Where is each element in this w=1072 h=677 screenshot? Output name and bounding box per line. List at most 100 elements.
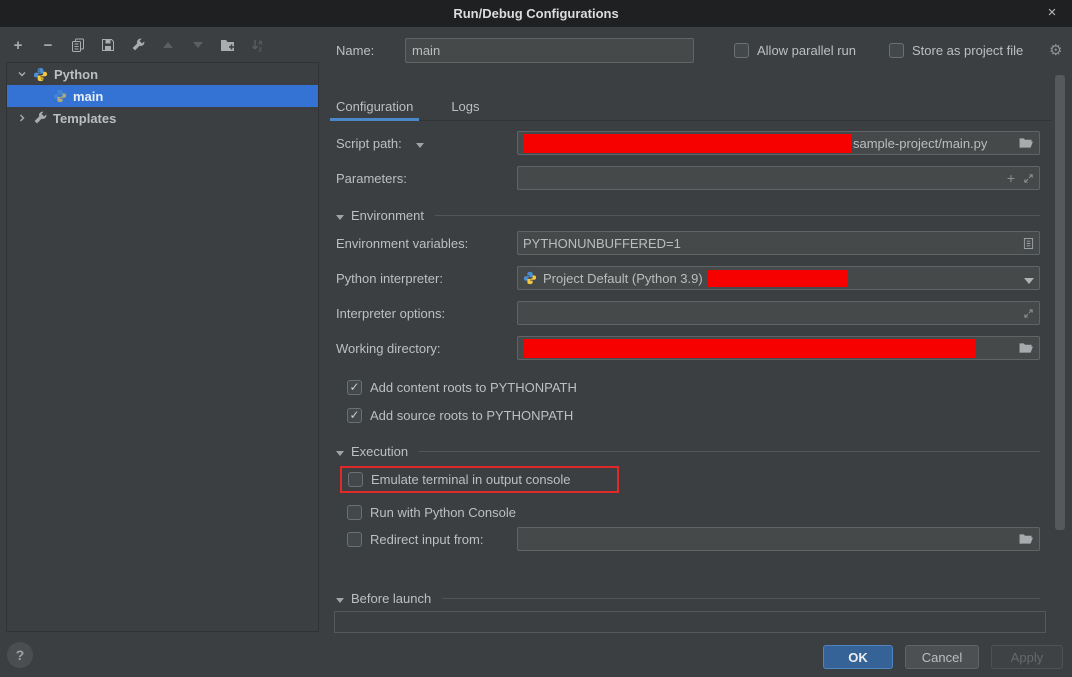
redirect-input-checkbox[interactable]: Redirect input from: xyxy=(347,527,483,551)
sidebar-item-python[interactable]: Python xyxy=(7,63,318,85)
before-launch-task-list[interactable] xyxy=(334,611,1046,633)
browse-folder-icon[interactable] xyxy=(1018,342,1034,354)
script-path-label: Script path: xyxy=(336,136,511,151)
python-interpreter-row: Python interpreter: xyxy=(336,266,511,290)
interpreter-options-field[interactable] xyxy=(517,301,1040,325)
parameters-field[interactable]: + xyxy=(517,166,1040,190)
python-interpreter-value: Project Default (Python 3.9) xyxy=(543,271,703,286)
environment-section-header[interactable]: Environment xyxy=(336,206,1040,224)
python-interpreter-label: Python interpreter: xyxy=(336,271,511,286)
collapse-arrow-icon[interactable] xyxy=(336,598,344,603)
parameters-row: Parameters: xyxy=(336,166,511,190)
tab-configuration[interactable]: Configuration xyxy=(330,92,419,121)
checkbox[interactable] xyxy=(347,505,362,520)
python-icon xyxy=(53,89,67,103)
configurations-tree: Python main Templates xyxy=(6,62,319,632)
svg-text:a: a xyxy=(259,40,263,47)
tab-label: Configuration xyxy=(336,99,413,114)
vertical-scrollbar-thumb[interactable] xyxy=(1055,75,1065,530)
chevron-down-icon[interactable] xyxy=(416,143,424,148)
edit-templates-icon[interactable] xyxy=(130,37,146,53)
sidebar-item-label: Templates xyxy=(51,111,116,126)
script-path-field[interactable]: sample-project/main.py xyxy=(517,131,1040,155)
add-content-roots-label: Add content roots to PYTHONPATH xyxy=(370,380,577,395)
environment-variables-field[interactable]: PYTHONUNBUFFERED=1 xyxy=(517,231,1040,255)
before-launch-section-header[interactable]: Before launch xyxy=(336,589,1040,607)
configuration-editor: Name: Allow parallel run Store as projec… xyxy=(330,0,1072,677)
checkbox[interactable] xyxy=(734,43,749,58)
chevron-down-icon[interactable] xyxy=(15,67,29,81)
browse-folder-icon[interactable] xyxy=(1018,533,1034,545)
ok-button[interactable]: OK xyxy=(823,645,893,669)
add-icon[interactable]: + xyxy=(10,37,26,53)
save-icon[interactable] xyxy=(100,37,116,53)
svg-text:z: z xyxy=(259,47,263,53)
python-interpreter-combobox[interactable]: Project Default (Python 3.9) xyxy=(517,266,1040,290)
expand-icon[interactable] xyxy=(1023,173,1034,184)
new-folder-icon[interactable] xyxy=(220,37,236,53)
allow-parallel-run-label: Allow parallel run xyxy=(757,43,856,58)
collapse-arrow-icon[interactable] xyxy=(336,215,344,220)
checkbox[interactable] xyxy=(889,43,904,58)
chevron-right-icon[interactable] xyxy=(15,111,29,125)
move-down-icon[interactable] xyxy=(190,37,206,53)
apply-button[interactable]: Apply xyxy=(991,645,1063,669)
sort-alphabetically-icon[interactable]: az xyxy=(250,37,266,53)
sidebar-item-label: Python xyxy=(52,67,98,82)
python-icon xyxy=(33,67,48,82)
section-divider xyxy=(419,451,1040,452)
working-directory-field[interactable] xyxy=(517,336,1040,360)
run-debug-configurations-dialog: Run/Debug Configurations × + − az xyxy=(0,0,1072,677)
add-content-roots-checkbox[interactable]: Add content roots to PYTHONPATH xyxy=(347,375,577,399)
working-directory-row: Working directory: xyxy=(336,336,511,360)
name-row: Name: Allow parallel run Store as projec… xyxy=(336,38,1072,62)
interpreter-options-row: Interpreter options: xyxy=(336,301,511,325)
cancel-button[interactable]: Cancel xyxy=(905,645,979,669)
redirect-input-field[interactable] xyxy=(517,527,1040,551)
emulate-terminal-highlight: Emulate terminal in output console xyxy=(340,466,619,493)
environment-variables-row: Environment variables: xyxy=(336,231,511,255)
copy-icon[interactable] xyxy=(70,37,86,53)
wrench-icon xyxy=(33,111,47,125)
browse-folder-icon[interactable] xyxy=(1018,137,1034,149)
redaction-overlay xyxy=(708,270,848,287)
redaction-overlay xyxy=(523,134,851,153)
section-label: Environment xyxy=(351,208,424,223)
sidebar-item-main[interactable]: main xyxy=(7,85,318,107)
checkbox[interactable] xyxy=(348,472,363,487)
name-input[interactable] xyxy=(405,38,694,63)
execution-section-header[interactable]: Execution xyxy=(336,442,1040,460)
configurations-toolbar: + − az xyxy=(10,37,266,53)
add-icon[interactable]: + xyxy=(1007,170,1015,186)
tab-label: Logs xyxy=(451,99,479,114)
redirect-input-label: Redirect input from: xyxy=(370,532,483,547)
editor-tabs: Configuration Logs xyxy=(330,92,1051,121)
section-label: Execution xyxy=(351,444,408,459)
dropdown-arrow-icon[interactable] xyxy=(1024,278,1034,284)
collapse-arrow-icon[interactable] xyxy=(336,451,344,456)
expand-icon[interactable] xyxy=(1023,308,1034,319)
gear-icon[interactable]: ⚙ xyxy=(1049,41,1062,59)
help-button[interactable]: ? xyxy=(7,642,33,668)
store-as-project-file-checkbox[interactable]: Store as project file xyxy=(889,43,1023,58)
sidebar-item-label: main xyxy=(71,89,103,104)
checkbox[interactable] xyxy=(347,380,362,395)
run-with-python-console-checkbox[interactable]: Run with Python Console xyxy=(347,500,516,524)
allow-parallel-run-checkbox[interactable]: Allow parallel run xyxy=(734,43,856,58)
section-label: Before launch xyxy=(351,591,431,606)
move-up-icon[interactable] xyxy=(160,37,176,53)
tab-logs[interactable]: Logs xyxy=(445,92,485,121)
redaction-overlay xyxy=(523,339,976,358)
checkbox[interactable] xyxy=(347,532,362,547)
sidebar-item-templates[interactable]: Templates xyxy=(7,107,318,129)
name-label: Name: xyxy=(336,43,399,58)
store-as-project-file-label: Store as project file xyxy=(912,43,1023,58)
remove-icon[interactable]: − xyxy=(40,37,56,53)
edit-list-icon[interactable] xyxy=(1023,237,1034,250)
add-source-roots-label: Add source roots to PYTHONPATH xyxy=(370,408,573,423)
add-source-roots-checkbox[interactable]: Add source roots to PYTHONPATH xyxy=(347,403,573,427)
parameters-label: Parameters: xyxy=(336,171,511,186)
checkbox[interactable] xyxy=(347,408,362,423)
run-with-python-console-label: Run with Python Console xyxy=(370,505,516,520)
emulate-terminal-checkbox[interactable]: Emulate terminal in output console xyxy=(348,472,570,487)
